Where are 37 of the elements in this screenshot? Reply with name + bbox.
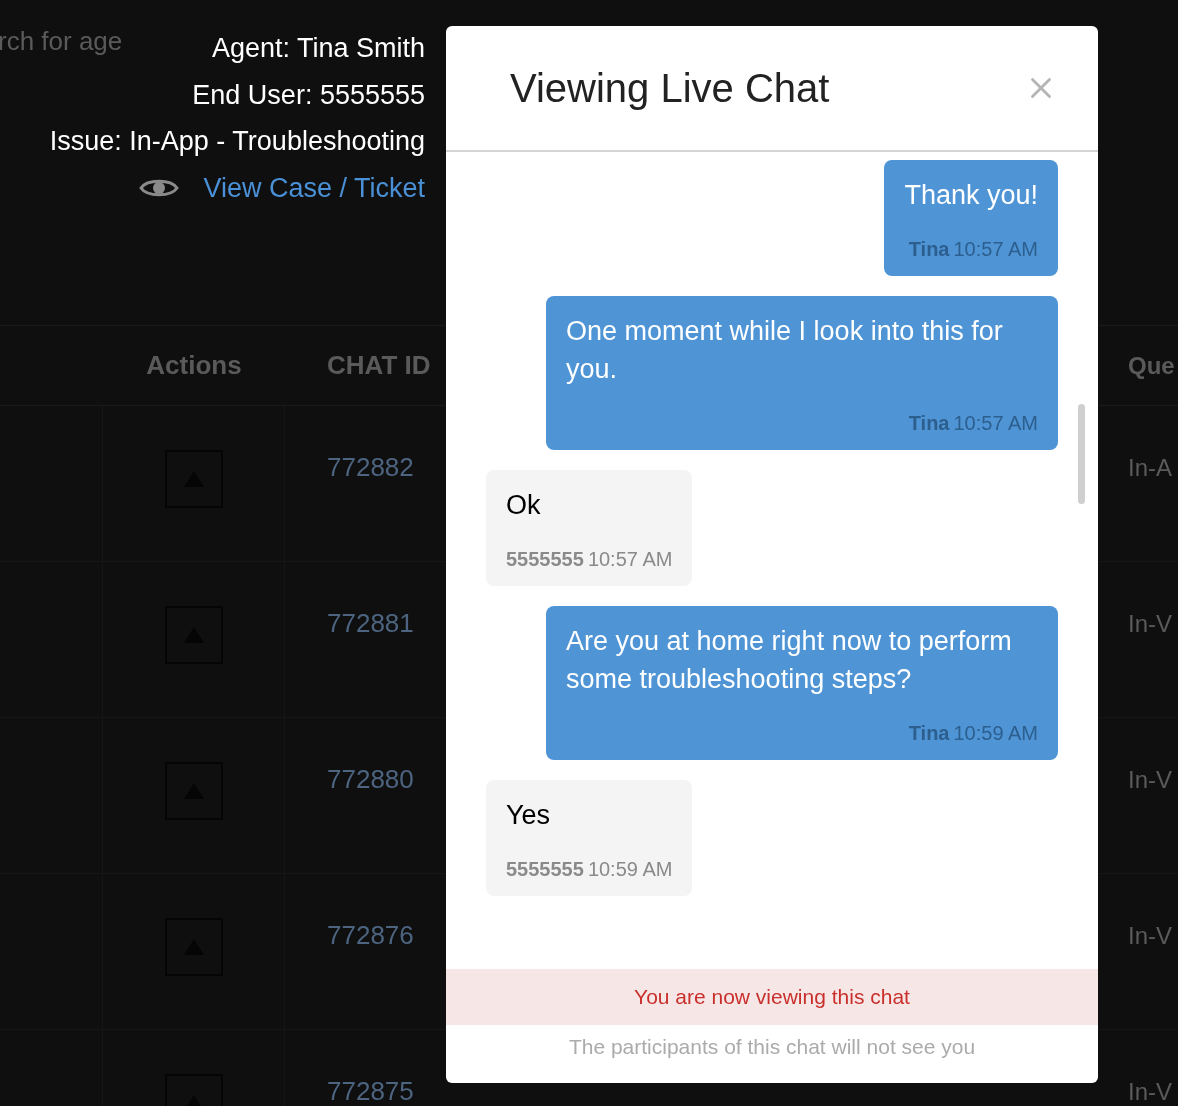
message-text: Yes <box>506 799 552 832</box>
column-header: CHAT ID <box>327 350 431 380</box>
message-time: 10:57 AM <box>953 237 1038 262</box>
chat-id[interactable]: 772880 <box>327 764 414 794</box>
message-time: 10:59 AM <box>953 721 1038 746</box>
column-header: Actions <box>146 349 242 382</box>
queue-cell: In-V <box>1128 766 1172 793</box>
column-header: Que <box>1128 351 1175 379</box>
sender-name: 5555555 <box>506 857 584 882</box>
modal-title: Viewing Live Chat <box>510 65 830 112</box>
message-text: One moment while I look into this for you. <box>566 315 1004 386</box>
queue-cell: In-V <box>1128 1078 1172 1105</box>
search-text: rch for age <box>0 26 123 56</box>
message-time: 10:57 AM <box>587 547 673 572</box>
message-time: 10:59 AM <box>587 857 673 882</box>
queue-cell: In-V <box>1128 922 1172 949</box>
message-text: Thank you! <box>904 179 1038 212</box>
queue-cell: In-A <box>1128 454 1172 481</box>
agent-name: Agent: Tina Smith <box>211 32 425 65</box>
issue-text: Issue: In-App - Troubleshooting <box>49 125 425 158</box>
chat-id[interactable]: 772875 <box>327 1076 414 1106</box>
notice-subtext: The participants of this chat will not see you <box>568 1034 976 1060</box>
sender-name: 5555555 <box>506 547 584 572</box>
queue-cell: In-V <box>1128 610 1172 637</box>
chat-id[interactable]: 772882 <box>327 452 414 482</box>
chat-id[interactable]: 772876 <box>327 920 414 950</box>
scrollbar[interactable] <box>1078 404 1085 504</box>
sender-name: Tina <box>908 721 950 746</box>
view-case-link[interactable]: View Case / Ticket <box>203 167 425 208</box>
end-user: End User: 5555555 <box>192 78 425 112</box>
message-time: 10:57 AM <box>953 411 1038 436</box>
sender-name: Tina <box>908 237 950 262</box>
sender-name: Tina <box>908 411 950 436</box>
message-text: Are you at home right now to perform some troubleshooting steps? <box>566 625 1013 696</box>
notice-text: You are now viewing this chat <box>634 984 910 1011</box>
chat-id[interactable]: 772881 <box>327 608 414 638</box>
message-text: Ok <box>506 489 542 522</box>
